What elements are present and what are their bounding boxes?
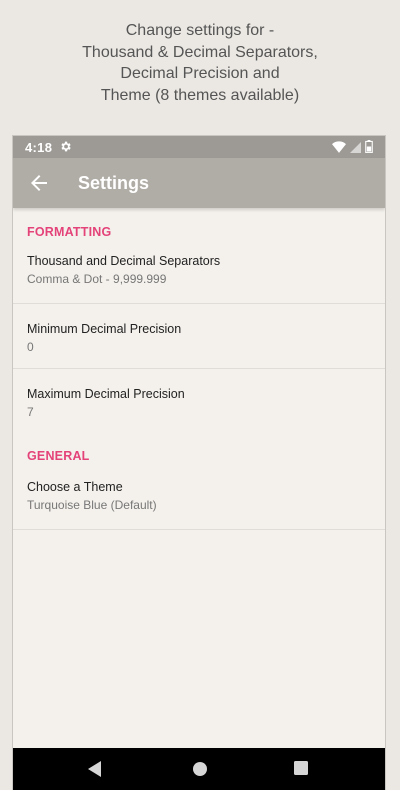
recents-square-icon[interactable] (294, 761, 308, 780)
wifi-icon (332, 140, 346, 156)
page-title: Settings (78, 173, 150, 193)
caption-line-2: Thousand & Decimal Separators, (82, 43, 318, 61)
pref-min-precision[interactable]: Minimum Decimal Precision 0 (13, 304, 385, 369)
gear-icon (59, 140, 72, 156)
status-bar: 4:18 (13, 136, 385, 158)
phone-screen: 4:18 Settings FORMATTING Thousand and De… (12, 135, 386, 790)
pref-theme-summary: Turquoise Blue (Default) (27, 498, 157, 512)
pref-min-precision-summary: 0 (27, 340, 34, 354)
status-icons (332, 140, 373, 156)
caption-line-4: Theme (8 themes available) (100, 86, 300, 104)
promo-caption: Change settings for - Thousand & Decimal… (0, 20, 400, 106)
caption-line-1: Change settings for - (125, 22, 275, 39)
section-header-formatting: FORMATTING (27, 225, 112, 239)
navigation-bar (13, 748, 385, 790)
section-header-general: GENERAL (27, 449, 90, 463)
status-time: 4:18 (25, 140, 53, 155)
signal-icon (350, 141, 361, 156)
back-triangle-icon[interactable] (88, 761, 102, 782)
pref-theme[interactable]: Choose a Theme Turquoise Blue (Default) (13, 480, 385, 530)
pref-separators-title: Thousand and Decimal Separators (27, 254, 221, 268)
pref-min-precision-title: Minimum Decimal Precision (27, 322, 182, 336)
pref-theme-title: Choose a Theme (27, 480, 123, 494)
pref-separators[interactable]: Thousand and Decimal Separators Comma & … (13, 254, 385, 304)
pref-max-precision[interactable]: Maximum Decimal Precision 7 (13, 369, 385, 434)
arrow-left-icon[interactable] (27, 171, 51, 195)
app-bar: Settings (13, 158, 385, 208)
caption-line-3: Decimal Precision and (120, 65, 280, 82)
pref-separators-summary: Comma & Dot - 9,999.999 (27, 272, 167, 286)
pref-max-precision-title: Maximum Decimal Precision (27, 387, 185, 401)
home-circle-icon[interactable] (192, 761, 208, 782)
settings-list: FORMATTING Thousand and Decimal Separato… (13, 208, 385, 530)
pref-max-precision-summary: 7 (27, 405, 34, 419)
battery-icon (365, 140, 373, 156)
